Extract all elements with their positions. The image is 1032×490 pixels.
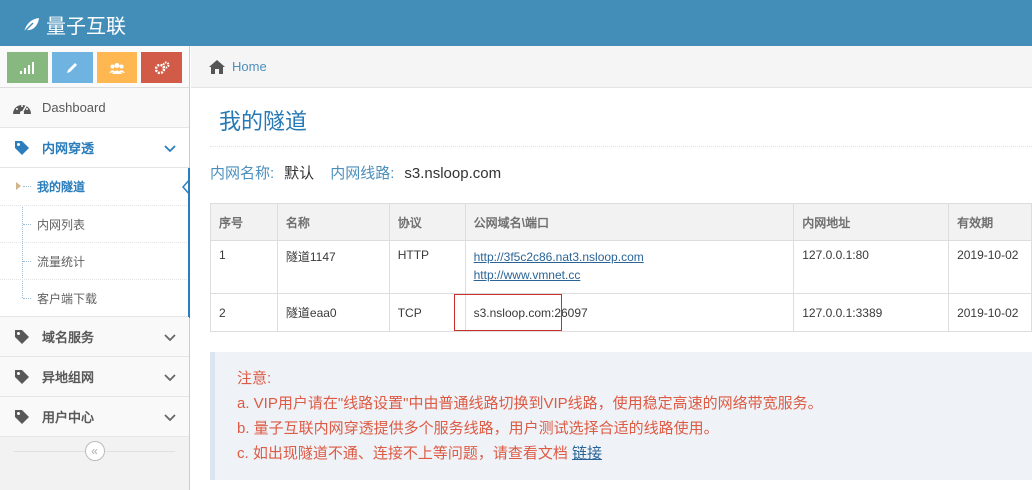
brand[interactable]: 量子互联 bbox=[22, 10, 126, 39]
caret-right-icon bbox=[16, 182, 21, 190]
shortcut-edit-button[interactable] bbox=[51, 52, 93, 83]
column-header-name[interactable]: 名称 bbox=[276, 203, 390, 241]
tag-icon bbox=[12, 369, 32, 385]
page-title: 我的隧道 bbox=[219, 109, 308, 134]
sidebar-item-remote-network[interactable]: 异地组网 bbox=[0, 357, 189, 397]
cell-local-address: 127.0.0.1:80 bbox=[793, 240, 950, 294]
public-url-link[interactable]: http://www.vmnet.cc bbox=[474, 266, 786, 284]
cell-name: 隧道1147 bbox=[276, 240, 390, 294]
cell-local-address: 127.0.0.1:3389 bbox=[793, 293, 950, 332]
sidebar-item-label: 用户中心 bbox=[42, 410, 95, 425]
tag-icon bbox=[12, 409, 32, 425]
sidebar-item-domain-service[interactable]: 域名服务 bbox=[0, 317, 189, 357]
sidebar-collapse-row: « bbox=[0, 437, 189, 465]
tunnels-table: 序号 名称 协议 公网域名\端口 内网地址 有效期 1 隧道1147 HTTP … bbox=[210, 203, 1032, 332]
sidebar-subitem-label: 客户端下载 bbox=[37, 291, 98, 306]
table-row: 2 隧道eaa0 TCP s3.nsloop.com:26097 127.0.0… bbox=[210, 293, 1032, 332]
notice-line-c: c. 如出现隧道不通、连接不上等问题，请查看文档 链接 bbox=[237, 441, 1032, 466]
column-header-local-address[interactable]: 内网地址 bbox=[793, 203, 950, 241]
column-header-public-domain[interactable]: 公网域名\端口 bbox=[464, 203, 795, 241]
chevron-down-icon bbox=[164, 414, 176, 422]
public-url-link[interactable]: http://3f5c2c86.nat3.nsloop.com bbox=[474, 248, 786, 266]
intranet-line-label: 内网线路: bbox=[330, 165, 395, 182]
breadcrumb: Home bbox=[191, 46, 1032, 88]
title-divider bbox=[210, 146, 1032, 147]
top-navbar: 量子互联 bbox=[0, 0, 1032, 46]
chevron-down-icon bbox=[164, 374, 176, 382]
cell-name: 隧道eaa0 bbox=[276, 293, 390, 332]
intranet-name-value: 默认 bbox=[284, 165, 315, 182]
notice-line-b: b. 量子互联内网穿透提供多个服务线路，用户测试选择合适的线路使用。 bbox=[237, 420, 719, 437]
cell-expiry: 2019-10-02 bbox=[948, 240, 1032, 294]
intranet-line-value: s3.nsloop.com bbox=[404, 165, 502, 182]
chevron-down-icon bbox=[164, 145, 176, 153]
signal-icon bbox=[20, 61, 35, 74]
notice-box: 注意: a. VIP用户请在"线路设置"中由普通线路切换到VIP线路，使用稳定高… bbox=[210, 352, 1032, 480]
sidebar-item-my-tunnels[interactable]: 我的隧道 bbox=[0, 168, 191, 205]
sidebar-item-label: 内网穿透 bbox=[42, 141, 95, 156]
notice-title: 注意: bbox=[237, 370, 272, 387]
sidebar-item-client-download[interactable]: 客户端下载 bbox=[0, 279, 189, 316]
intranet-info: 内网名称: 默认 内网线路: s3.nsloop.com bbox=[210, 162, 517, 183]
shortcut-settings-button[interactable] bbox=[141, 52, 182, 83]
sidebar-item-label: 异地组网 bbox=[42, 370, 95, 385]
sidebar-item-nat-traversal[interactable]: 内网穿透 bbox=[0, 128, 189, 168]
sidebar-item-label: 域名服务 bbox=[42, 330, 95, 345]
users-icon bbox=[108, 62, 125, 74]
highlight-annotation-box bbox=[454, 294, 562, 331]
sidebar-collapse-button[interactable]: « bbox=[84, 441, 105, 461]
shortcut-stats-button[interactable] bbox=[7, 52, 48, 83]
sidebar-submenu: 我的隧道 内网列表 流量统计 客户端下载 bbox=[0, 168, 191, 318]
notice-line-c-text: c. 如出现隧道不通、连接不上等问题，请查看文档 bbox=[237, 445, 568, 462]
home-icon bbox=[209, 59, 225, 74]
cell-index: 2 bbox=[210, 293, 278, 332]
cell-index: 1 bbox=[210, 240, 278, 294]
gears-icon bbox=[154, 61, 170, 74]
dashboard-icon bbox=[12, 100, 32, 116]
column-header-expiry[interactable]: 有效期 bbox=[948, 203, 1032, 241]
cell-expiry: 2019-10-02 bbox=[948, 293, 1032, 332]
cell-protocol: HTTP bbox=[388, 240, 466, 294]
sidebar-shortcuts bbox=[0, 46, 189, 88]
column-header-index[interactable]: 序号 bbox=[210, 203, 278, 241]
cell-public-domain: http://3f5c2c86.nat3.nsloop.com http://w… bbox=[464, 240, 795, 294]
tag-icon bbox=[12, 140, 32, 156]
column-header-protocol[interactable]: 协议 bbox=[388, 203, 466, 241]
sidebar: Dashboard 内网穿透 我的隧道 内网列表 流量统计 客户端下载 域名服务 bbox=[0, 46, 191, 490]
sidebar-subitem-label: 流量统计 bbox=[37, 254, 86, 269]
pencil-icon bbox=[67, 62, 78, 73]
sidebar-item-intranet-list[interactable]: 内网列表 bbox=[0, 205, 189, 242]
notice-line-a: a. VIP用户请在"线路设置"中由普通线路切换到VIP线路，使用稳定高速的网络… bbox=[237, 395, 823, 412]
leaf-icon bbox=[23, 17, 39, 33]
brand-name: 量子互联 bbox=[46, 16, 126, 38]
sidebar-item-dashboard[interactable]: Dashboard bbox=[0, 88, 189, 128]
docs-link[interactable]: 链接 bbox=[572, 445, 602, 462]
intranet-name-label: 内网名称: bbox=[210, 165, 275, 182]
tag-icon bbox=[12, 329, 32, 345]
sidebar-item-label: Dashboard bbox=[42, 100, 106, 115]
sidebar-subitem-label: 我的隧道 bbox=[37, 180, 86, 194]
sidebar-subitem-label: 内网列表 bbox=[37, 217, 86, 232]
sidebar-item-traffic-stats[interactable]: 流量统计 bbox=[0, 242, 189, 279]
table-header-row: 序号 名称 协议 公网域名\端口 内网地址 有效期 bbox=[210, 203, 1032, 241]
breadcrumb-home-link[interactable]: Home bbox=[232, 59, 267, 74]
shortcut-users-button[interactable] bbox=[96, 52, 138, 83]
table-row: 1 隧道1147 HTTP http://3f5c2c86.nat3.nsloo… bbox=[210, 240, 1032, 294]
chevron-down-icon bbox=[164, 334, 176, 342]
sidebar-item-user-center[interactable]: 用户中心 bbox=[0, 397, 189, 437]
